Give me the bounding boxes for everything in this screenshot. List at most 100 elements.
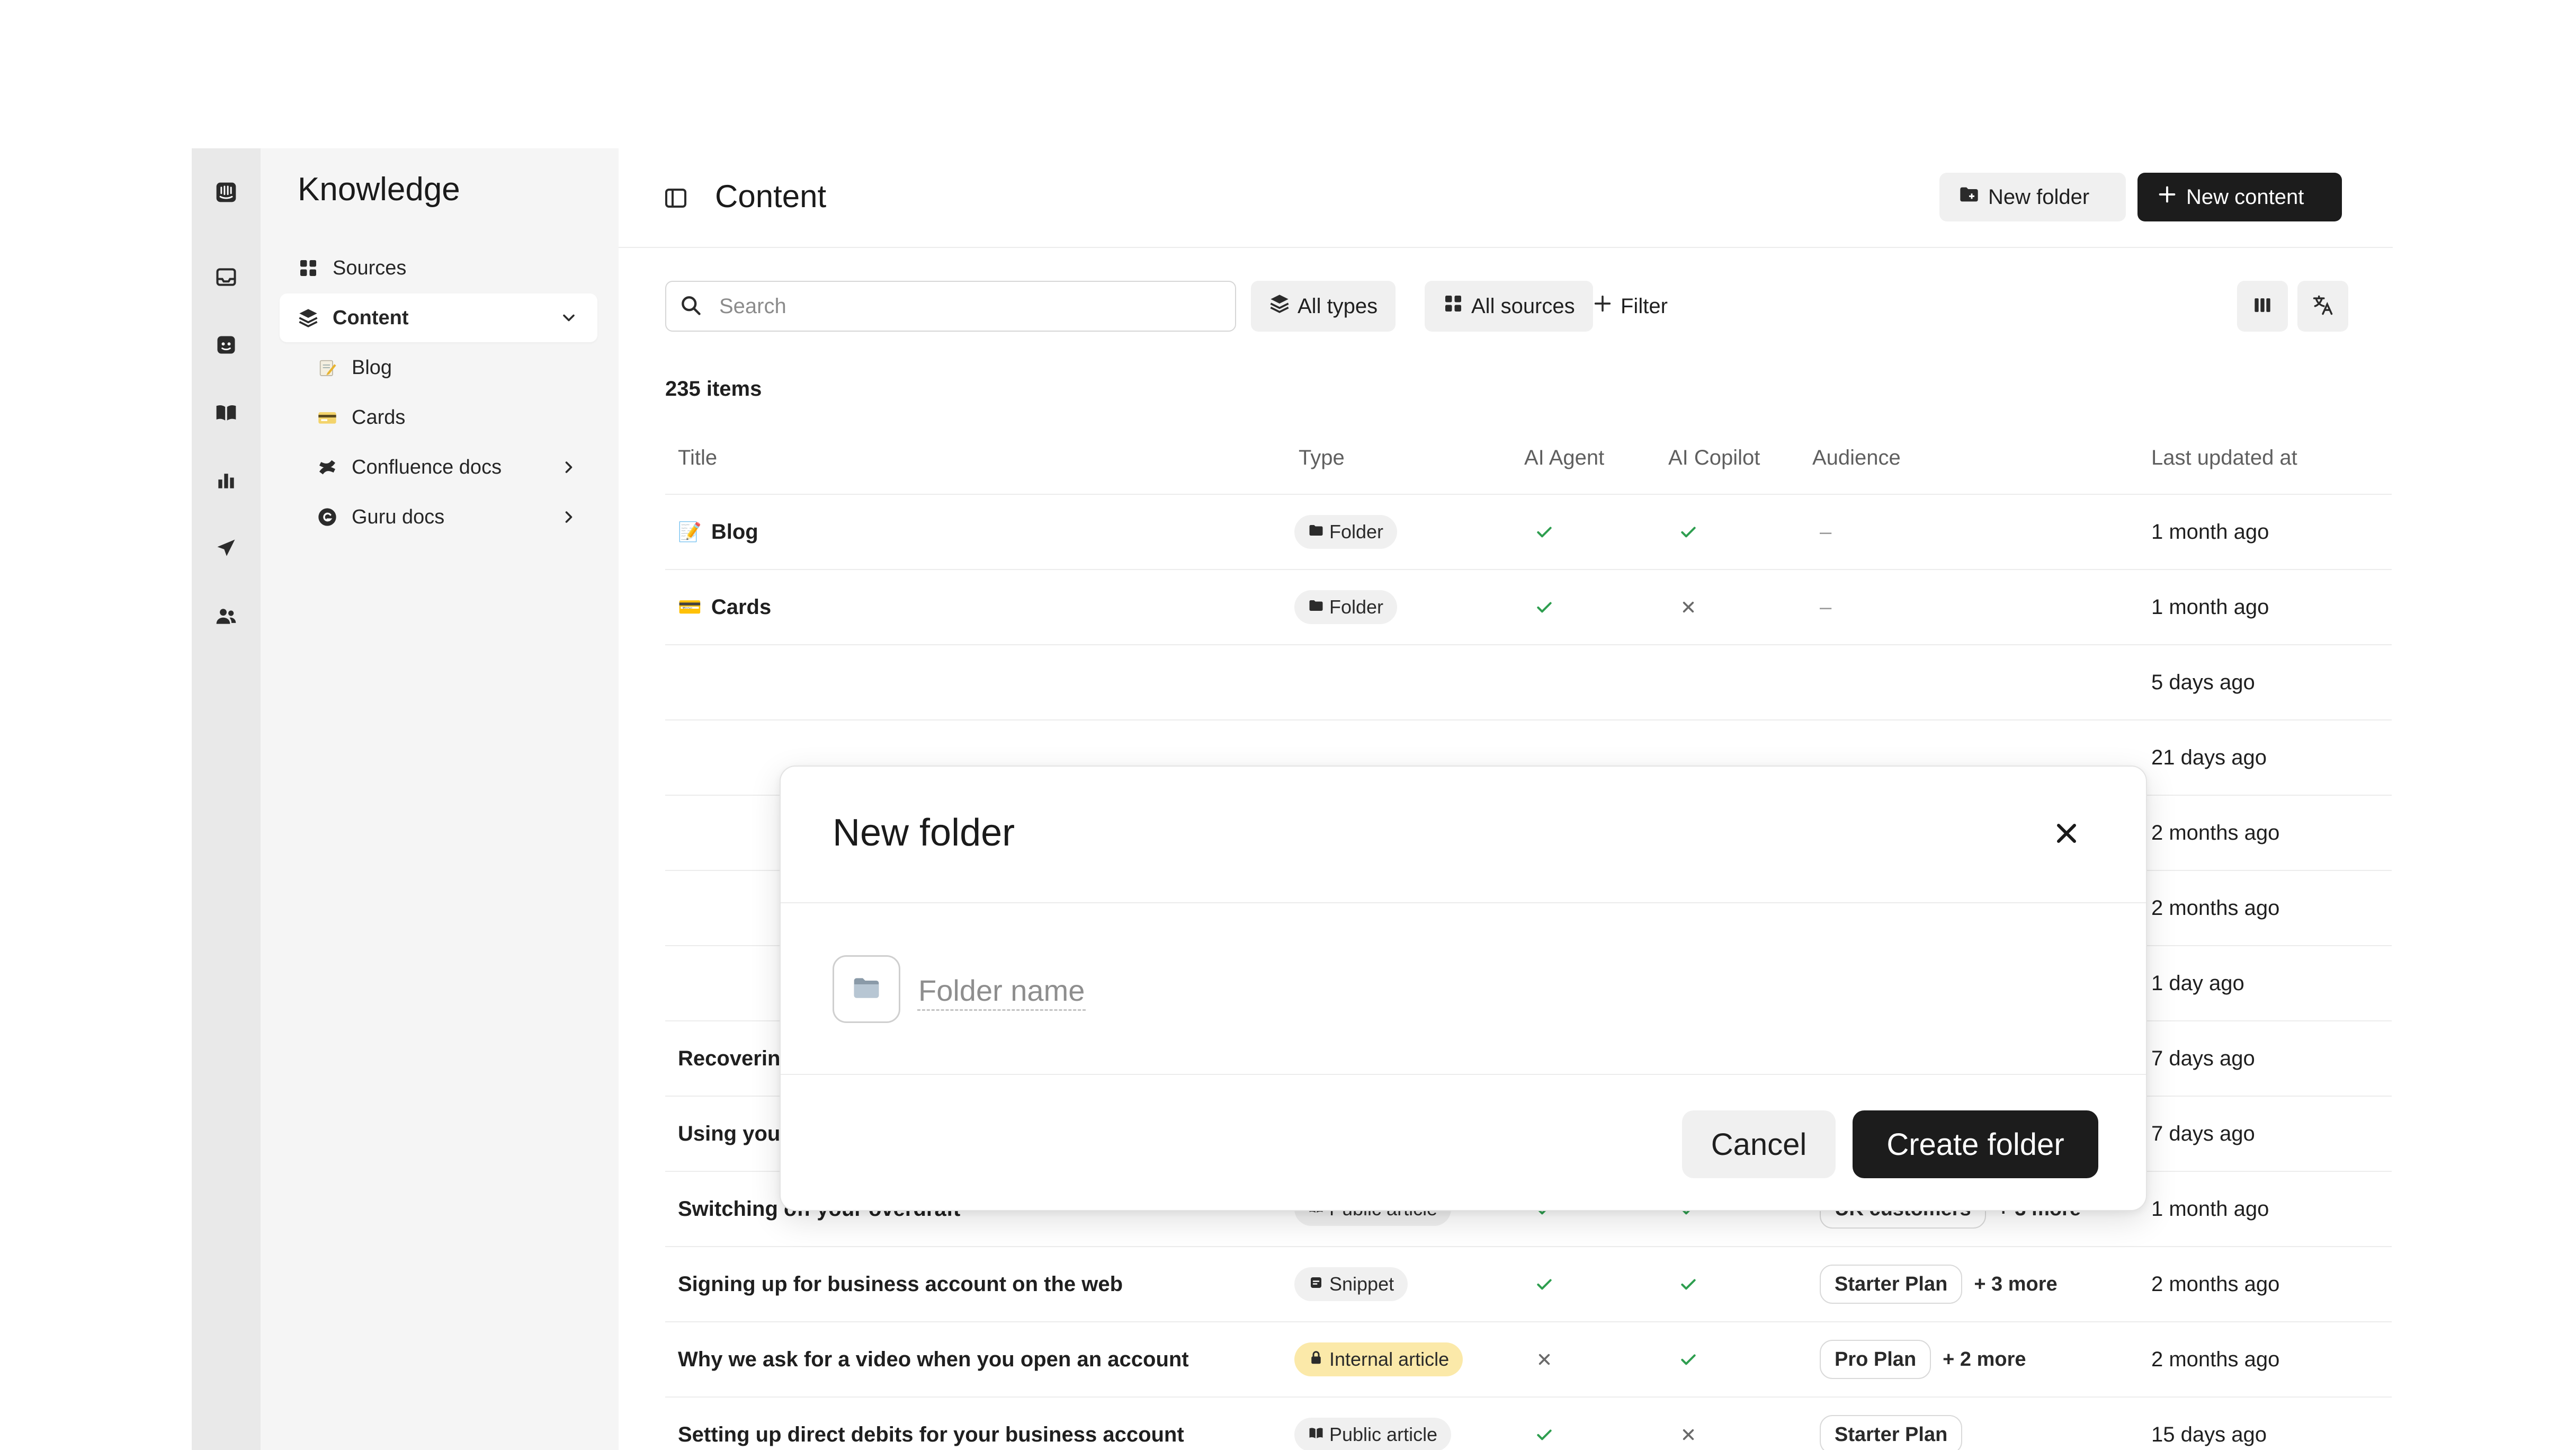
add-filter-button[interactable]: Filter (1592, 281, 1668, 332)
book-icon[interactable] (213, 399, 239, 426)
row-updated: 21 days ago (2151, 745, 2267, 769)
memo-emoji-icon (315, 355, 340, 380)
contacts-icon[interactable] (213, 603, 239, 629)
audience-more[interactable]: + 2 more (1943, 1348, 2026, 1371)
knowledge-sidebar: Knowledge Sources Content Blog Cards Con… (261, 148, 619, 1450)
sidebar-item-label: Confluence docs (352, 456, 502, 478)
check-icon (1534, 495, 1555, 569)
grid-icon (1443, 293, 1464, 319)
row-updated: 1 month ago (2151, 520, 2269, 544)
search-field[interactable] (665, 281, 1236, 332)
column-header-title[interactable]: Title (678, 446, 717, 470)
sidebar-item-label: Sources (333, 256, 407, 279)
new-folder-button[interactable]: New folder (1939, 173, 2126, 221)
search-input[interactable] (718, 293, 1197, 319)
row-audience: Pro Plan + 2 more (1820, 1322, 2026, 1396)
sidebar-item-label: Content (333, 306, 409, 329)
table-row[interactable]: 5 days ago (665, 645, 2392, 720)
audience-badge[interactable]: Pro Plan (1820, 1340, 1931, 1379)
chevron-right-icon[interactable] (559, 508, 578, 527)
outbound-icon[interactable] (213, 535, 239, 562)
column-header-type[interactable]: Type (1299, 446, 1345, 470)
folder-name-input[interactable] (917, 966, 1661, 1015)
table-row[interactable]: Signing up for business account on the w… (665, 1247, 2392, 1322)
row-title: 📝 Blog (678, 495, 758, 569)
audience-badge[interactable]: Starter Plan (1820, 1415, 1963, 1450)
check-icon (1534, 1247, 1555, 1321)
column-header-last-updated[interactable]: Last updated at (2151, 446, 2297, 470)
sidebar-item-label: Cards (352, 406, 406, 429)
all-sources-filter[interactable]: All sources (1425, 281, 1593, 332)
audience-badge[interactable]: Starter Plan (1820, 1265, 1963, 1304)
folder-name-underline (917, 1009, 1086, 1011)
type-label: Folder (1329, 596, 1384, 618)
filter-label: Filter (1621, 294, 1668, 318)
type-tag: Public article (1294, 1418, 1452, 1450)
snippet-icon (1308, 1273, 1324, 1295)
sidebar-toggle-icon[interactable] (663, 185, 688, 211)
close-icon[interactable] (2051, 817, 2082, 849)
table-row[interactable]: Setting up direct debits for your busine… (665, 1398, 2392, 1450)
inbox-icon[interactable] (213, 264, 239, 290)
chevron-down-icon[interactable] (559, 308, 578, 327)
plus-icon (2157, 184, 2178, 210)
cancel-button[interactable]: Cancel (1682, 1110, 1836, 1178)
all-types-filter[interactable]: All types (1251, 281, 1396, 332)
table-row[interactable]: 💳 Cards Folder – 1 month ago (665, 570, 2392, 645)
column-header-audience[interactable]: Audience (1812, 446, 1901, 470)
check-icon (1678, 1247, 1699, 1321)
row-updated: 7 days ago (2151, 1122, 2255, 1145)
item-count: 235 items (665, 377, 762, 401)
ai-agent-icon[interactable] (213, 332, 239, 358)
column-header-ai-copilot[interactable]: AI Copilot (1668, 446, 1760, 470)
folder-icon (1308, 521, 1324, 543)
row-title-text: Cards (711, 595, 772, 619)
column-header-ai-agent[interactable]: AI Agent (1524, 446, 1604, 470)
type-tag: Folder (1294, 590, 1398, 624)
app-logo-icon[interactable] (213, 179, 239, 206)
folder-emoji-icon (852, 973, 881, 1006)
table-row[interactable]: 📝 Blog Folder – 1 month ago (665, 495, 2392, 570)
row-title-text: Signing up for business account on the w… (678, 1272, 1123, 1296)
type-tag: Internal article (1294, 1342, 1463, 1376)
app-window: Knowledge Sources Content Blog Cards Con… (192, 148, 2393, 1450)
reports-icon[interactable] (213, 467, 239, 494)
sidebar-item-blog[interactable]: Blog (280, 343, 597, 392)
type-label: Snippet (1329, 1273, 1394, 1295)
audience-more[interactable]: + 3 more (1974, 1273, 2057, 1296)
row-updated: 2 months ago (2151, 896, 2280, 920)
create-folder-button[interactable]: Create folder (1853, 1110, 2098, 1178)
folder-emoji-picker[interactable] (833, 955, 900, 1023)
columns-button[interactable] (2237, 281, 2288, 332)
check-icon (1678, 1322, 1699, 1396)
icon-rail (192, 148, 261, 1450)
layers-icon (1269, 293, 1290, 319)
translate-button[interactable] (2297, 281, 2348, 332)
row-type: Snippet (1294, 1247, 1408, 1321)
new-folder-dialog: New folder Cancel Create folder (780, 766, 2147, 1211)
sidebar-item-content[interactable]: Content (280, 293, 597, 342)
guru-icon (315, 504, 340, 530)
folder-icon (1958, 184, 1980, 210)
translate-icon (2311, 293, 2334, 319)
row-type: Folder (1294, 495, 1398, 569)
row-updated: 2 months ago (2151, 1272, 2280, 1296)
row-updated: 2 months ago (2151, 821, 2280, 844)
row-type: Public article (1294, 1398, 1452, 1450)
sidebar-item-sources[interactable]: Sources (280, 244, 597, 292)
new-content-button[interactable]: New content (2137, 173, 2342, 221)
row-updated: 15 days ago (2151, 1422, 2267, 1446)
audience-empty: – (1820, 520, 1832, 544)
sidebar-item-confluence[interactable]: Confluence docs (280, 443, 597, 492)
sidebar-item-guru[interactable]: Guru docs (280, 493, 597, 541)
chevron-right-icon[interactable] (559, 458, 578, 477)
card-emoji-icon (315, 405, 340, 430)
dialog-title: New folder (833, 812, 1015, 854)
type-tag: Folder (1294, 515, 1398, 549)
row-updated: 1 day ago (2151, 971, 2244, 995)
table-row[interactable]: Why we ask for a video when you open an … (665, 1322, 2392, 1398)
sidebar-item-cards[interactable]: Cards (280, 393, 597, 442)
all-types-label: All types (1298, 294, 1378, 318)
row-title-text: Blog (711, 520, 758, 544)
row-title: 💳 Cards (678, 570, 771, 644)
